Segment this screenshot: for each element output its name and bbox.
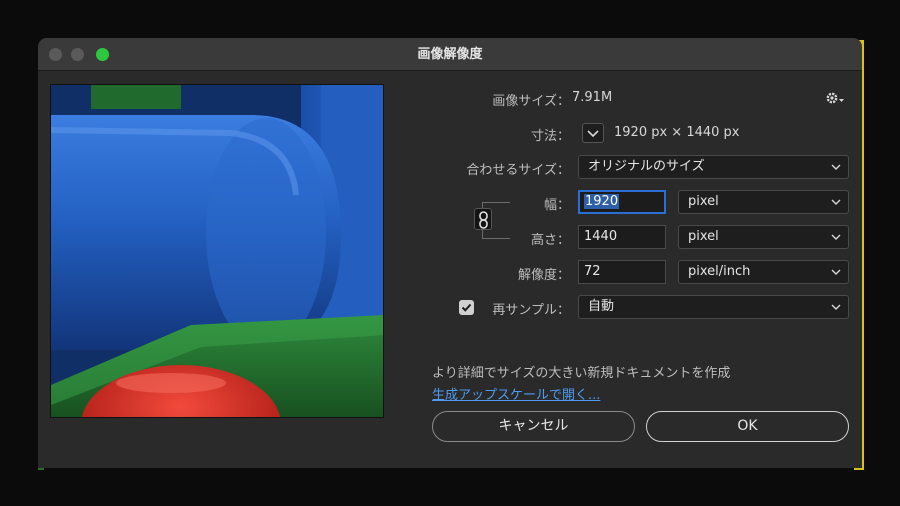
resample-label: 再サンプル： bbox=[492, 303, 570, 318]
preview-toy-image bbox=[51, 85, 383, 417]
width-value: 1920 bbox=[584, 194, 620, 209]
resample-checkbox[interactable] bbox=[459, 300, 474, 315]
image-size-dialog: 画像解像度 画像サイズ： 7.91M 寸法： 1920 px × 1440 px… bbox=[38, 38, 862, 468]
height-input[interactable]: 1440 bbox=[578, 225, 666, 249]
dimensions-value: 1920 px × 1440 px bbox=[614, 125, 740, 140]
resample-method-select[interactable]: 自動 bbox=[578, 295, 849, 319]
generative-upscale-link[interactable]: 生成アップスケールで開く... bbox=[432, 384, 600, 403]
chevron-down-icon bbox=[831, 199, 841, 205]
height-label: 高さ： bbox=[530, 233, 570, 248]
resample-method-value: 自動 bbox=[588, 299, 615, 314]
chevron-down-icon bbox=[831, 304, 841, 310]
title-bar: 画像解像度 bbox=[38, 38, 862, 71]
chevron-down-icon bbox=[831, 269, 841, 275]
resolution-input[interactable]: 72 bbox=[578, 260, 666, 284]
resolution-value: 72 bbox=[584, 264, 601, 279]
fit-to-value: オリジナルのサイズ bbox=[588, 159, 705, 174]
chevron-down-icon bbox=[831, 164, 841, 170]
height-unit-value: pixel bbox=[688, 229, 719, 244]
width-label: 幅： bbox=[543, 198, 570, 213]
chevron-down-icon bbox=[587, 130, 599, 138]
width-input[interactable]: 1920 bbox=[578, 190, 666, 214]
height-unit-select[interactable]: pixel bbox=[678, 225, 849, 249]
constrain-proportions-button[interactable] bbox=[474, 208, 492, 230]
image-size-label: 画像サイズ： bbox=[492, 94, 570, 109]
gear-icon[interactable] bbox=[824, 89, 846, 107]
dimensions-unit-toggle[interactable] bbox=[582, 123, 604, 143]
fit-to-select[interactable]: オリジナルのサイズ bbox=[578, 155, 849, 179]
chain-link-icon bbox=[479, 211, 488, 229]
dimensions-label: 寸法： bbox=[530, 129, 570, 144]
width-unit-value: pixel bbox=[688, 194, 719, 209]
image-size-value: 7.91M bbox=[572, 90, 613, 105]
chevron-down-icon bbox=[831, 234, 841, 240]
cancel-button[interactable]: キャンセル bbox=[432, 411, 635, 442]
resolution-unit-select[interactable]: pixel/inch bbox=[678, 260, 849, 284]
upscale-info-text: より詳細でサイズの大きい新規ドキュメントを作成 bbox=[432, 366, 731, 381]
width-unit-select[interactable]: pixel bbox=[678, 190, 849, 214]
resolution-label: 解像度： bbox=[517, 268, 570, 283]
image-preview[interactable] bbox=[50, 84, 384, 418]
ok-button[interactable]: OK bbox=[646, 411, 849, 442]
resolution-unit-value: pixel/inch bbox=[688, 264, 751, 279]
fit-to-label: 合わせるサイズ： bbox=[466, 163, 570, 178]
dialog-title: 画像解像度 bbox=[417, 47, 483, 62]
height-value: 1440 bbox=[584, 229, 618, 244]
checkmark-icon bbox=[461, 303, 472, 312]
